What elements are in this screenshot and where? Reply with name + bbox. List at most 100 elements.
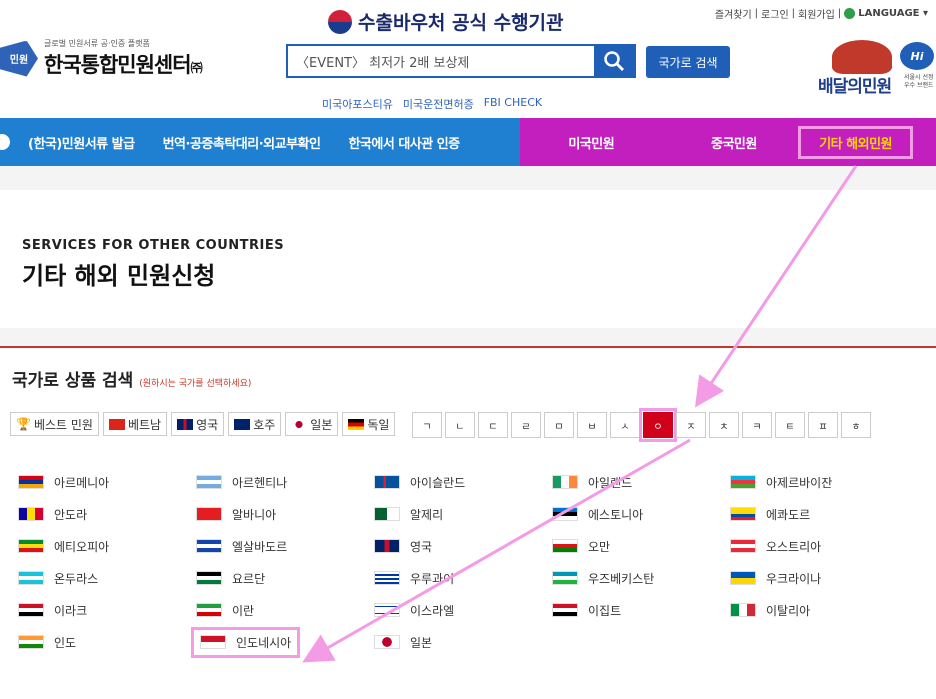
country-estonia[interactable]: 에스토니아	[552, 498, 730, 530]
country-israel[interactable]: 이스라엘	[374, 594, 552, 626]
favorites-link[interactable]: 즐겨찾기	[715, 6, 752, 21]
login-link[interactable]: 로그인	[761, 6, 789, 21]
hi-seoul-badge: Hi	[900, 42, 934, 70]
uruguay-flag-icon	[374, 571, 400, 585]
consonant-rieul[interactable]: ㄹ	[511, 412, 541, 438]
israel-flag-icon	[374, 603, 400, 617]
consonant-giyeok[interactable]: ㄱ	[412, 412, 442, 438]
signup-link[interactable]: 회원가입	[798, 6, 835, 21]
nav-emblem-icon	[0, 134, 10, 150]
quick-filters: 🏆 베스트 민원 베트남 영국 호주 일본 독일	[10, 412, 396, 436]
consonant-tieut[interactable]: ㅌ	[775, 412, 805, 438]
country-uk[interactable]: 영국	[374, 530, 552, 562]
nav-embassy-certification[interactable]: 한국에서 대사관 인증	[334, 133, 473, 152]
filter-uk[interactable]: 영국	[171, 412, 225, 436]
consonant-chieut[interactable]: ㅊ	[709, 412, 739, 438]
quick-link-fbi[interactable]: FBI CHECK	[484, 96, 542, 112]
iraq-flag-icon	[18, 603, 44, 617]
italy-flag-icon	[730, 603, 756, 617]
country-argentina[interactable]: 아르헨티나	[196, 466, 374, 498]
filter-germany[interactable]: 독일	[342, 412, 396, 436]
country-ecuador[interactable]: 에콰도르	[730, 498, 908, 530]
austria-flag-icon	[730, 539, 756, 553]
country-india[interactable]: 인도	[18, 626, 196, 658]
country-iraq[interactable]: 이라크	[18, 594, 196, 626]
page-header: SERVICES FOR OTHER COUNTRIES 기타 해외 민원신청	[0, 190, 936, 328]
consonant-digeut[interactable]: ㄷ	[478, 412, 508, 438]
indonesia-flag-icon	[200, 635, 226, 649]
country-ukraine[interactable]: 우크라이나	[730, 562, 908, 594]
uzbekistan-flag-icon	[552, 571, 578, 585]
nav-korea-documents[interactable]: (한국)민원서류 발급	[14, 133, 149, 152]
country-ethiopia[interactable]: 에티오피아	[18, 530, 196, 562]
filter-japan[interactable]: 일본	[285, 412, 339, 436]
country-italy[interactable]: 이탈리아	[730, 594, 908, 626]
trophy-icon: 🏆	[16, 417, 31, 431]
export-voucher-banner: 수출바우처 공식 수행기관	[328, 8, 564, 35]
vietnam-flag-icon	[108, 418, 125, 430]
filter-best[interactable]: 🏆 베스트 민원	[10, 412, 99, 436]
nav-other-countries[interactable]: 기타 해외민원	[798, 125, 914, 159]
australia-flag-icon	[234, 418, 251, 430]
search-button[interactable]	[594, 46, 634, 76]
oman-flag-icon	[552, 539, 578, 553]
quick-link-apostille[interactable]: 미국아포스티유	[322, 96, 393, 112]
consonant-bieup[interactable]: ㅂ	[577, 412, 607, 438]
search-input[interactable]	[288, 46, 594, 76]
country-albania[interactable]: 알바니아	[196, 498, 374, 530]
country-algeria[interactable]: 알제리	[374, 498, 552, 530]
spacer-band	[0, 166, 936, 190]
consonant-mieum[interactable]: ㅁ	[544, 412, 574, 438]
country-grid: 아르메니아 아르헨티나 아이슬란드 아일랜드 아제르바이잔 안도라 알바니아 알…	[18, 466, 918, 658]
consonant-hieut[interactable]: ㅎ	[841, 412, 871, 438]
filter-australia[interactable]: 호주	[228, 412, 282, 436]
country-azerbaijan[interactable]: 아제르바이잔	[730, 466, 908, 498]
estonia-flag-icon	[552, 507, 578, 521]
country-armenia[interactable]: 아르메니아	[18, 466, 196, 498]
consonant-ieung[interactable]: ㅇ	[639, 408, 677, 442]
country-indonesia[interactable]: 인도네시아	[190, 626, 374, 658]
andorra-flag-icon	[18, 507, 44, 521]
product-search-hint: (원하시는 국가를 선택하세요)	[139, 379, 252, 389]
nav-translation-notary[interactable]: 번역·공증촉탁대리·외교부확인	[149, 133, 335, 152]
consonant-jieut[interactable]: ㅈ	[676, 412, 706, 438]
main-nav: (한국)민원서류 발급 번역·공증촉탁대리·외교부확인 한국에서 대사관 인증 …	[0, 118, 936, 166]
egypt-flag-icon	[552, 603, 578, 617]
country-iran[interactable]: 이란	[196, 594, 374, 626]
country-ireland[interactable]: 아일랜드	[552, 466, 730, 498]
germany-flag-icon	[348, 418, 365, 430]
consonant-siot[interactable]: ㅅ	[610, 412, 640, 438]
nav-us-services[interactable]: 미국민원	[520, 133, 663, 152]
filter-vietnam[interactable]: 베트남	[102, 412, 168, 436]
country-jordan[interactable]: 요르단	[196, 562, 374, 594]
quick-link-license[interactable]: 미국운전면허증	[403, 96, 474, 112]
search-by-country-button[interactable]: 국가로 검색	[646, 46, 730, 78]
uk-flag-icon	[374, 539, 400, 553]
country-uruguay[interactable]: 우루과이	[374, 562, 552, 594]
language-selector[interactable]: LANGUAGE ▾	[844, 8, 928, 19]
country-japan[interactable]: 일본	[374, 626, 552, 658]
consonant-nieun[interactable]: ㄴ	[445, 412, 475, 438]
promo-banner[interactable]: Hi 배달의민원 서울시 선정 우수 브랜드	[818, 38, 936, 100]
country-austria[interactable]: 오스트리아	[730, 530, 908, 562]
country-andorra[interactable]: 안도라	[18, 498, 196, 530]
honduras-flag-icon	[18, 571, 44, 585]
ukraine-flag-icon	[730, 571, 756, 585]
country-uzbekistan[interactable]: 우즈베키스탄	[552, 562, 730, 594]
country-oman[interactable]: 오만	[552, 530, 730, 562]
consonant-kieuk[interactable]: ㅋ	[742, 412, 772, 438]
logo-name: 한국통합민원센터	[44, 53, 192, 77]
consonant-filter: ㄱ ㄴ ㄷ ㄹ ㅁ ㅂ ㅅ ㅇ ㅈ ㅊ ㅋ ㅌ ㅍ ㅎ	[412, 408, 871, 442]
country-egypt[interactable]: 이집트	[552, 594, 730, 626]
consonant-pieup[interactable]: ㅍ	[808, 412, 838, 438]
country-honduras[interactable]: 온두라스	[18, 562, 196, 594]
site-logo[interactable]: 민원 글로벌 민원서류 공·인증 플랫폼 한국통합민원센터㈜	[0, 38, 203, 79]
top-links: 즐겨찾기 | 로그인 | 회원가입 | LANGUAGE ▾	[714, 6, 928, 21]
el-salvador-flag-icon	[196, 539, 222, 553]
quick-links: 미국아포스티유 미국운전면허증 FBI CHECK	[322, 96, 542, 112]
page-title: 기타 해외 민원신청	[22, 262, 216, 290]
nav-china-services[interactable]: 중국민원	[663, 133, 806, 152]
country-el-salvador[interactable]: 엘살바도르	[196, 530, 374, 562]
taegeuk-icon	[328, 9, 352, 34]
country-iceland[interactable]: 아이슬란드	[374, 466, 552, 498]
